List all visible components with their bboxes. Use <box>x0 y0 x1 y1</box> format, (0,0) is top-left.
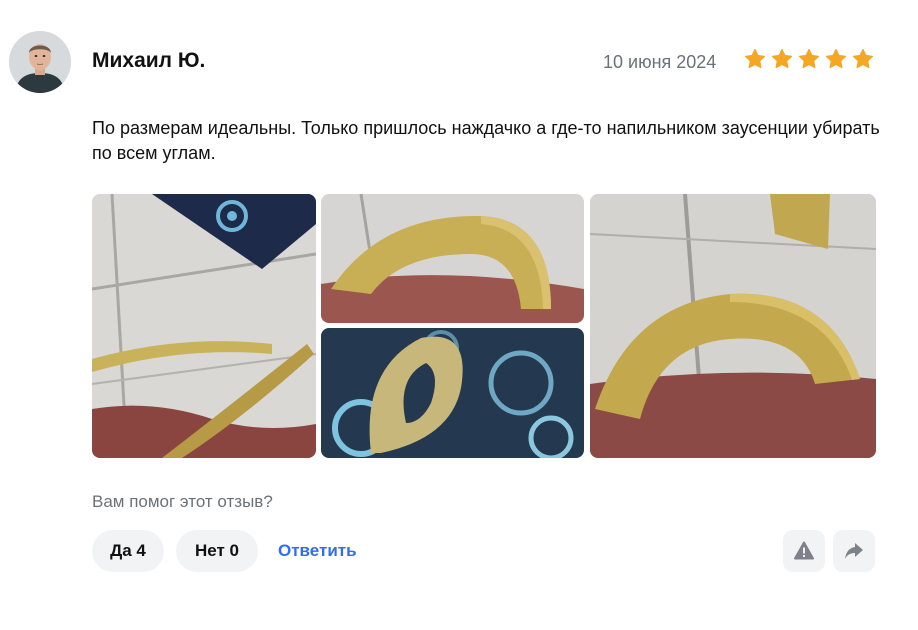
brass-arcs-photo-icon <box>92 194 316 458</box>
warning-icon <box>794 541 814 560</box>
yes-label: Да <box>110 541 132 560</box>
star-icon <box>744 48 766 69</box>
no-count: 0 <box>229 541 240 560</box>
review-photo-4[interactable] <box>590 194 876 458</box>
review-photo-3[interactable] <box>321 328 584 458</box>
helpful-yes-button[interactable]: Да 4 <box>92 530 164 572</box>
user-photo-icon <box>9 31 71 93</box>
avatar <box>9 31 71 93</box>
helpful-no-button[interactable]: Нет 0 <box>176 530 258 572</box>
rating-stars <box>744 48 874 70</box>
brass-arch-photo-icon <box>590 194 876 458</box>
star-icon <box>798 48 820 69</box>
no-label: Нет <box>194 541 225 560</box>
author-name: Михаил Ю. <box>92 49 206 72</box>
review-text: По размерам идеальны. Только пришлось на… <box>92 118 880 163</box>
yes-count: 4 <box>136 541 146 560</box>
report-button[interactable] <box>783 530 825 572</box>
share-button[interactable] <box>833 530 875 572</box>
reply-button[interactable]: Ответить <box>278 541 357 561</box>
review-photo-1[interactable] <box>92 194 316 458</box>
helpful-question: Вам помог этот отзыв? <box>92 492 273 511</box>
share-arrow-icon <box>845 543 863 559</box>
review-photo-2[interactable] <box>321 194 584 323</box>
review-date: 10 июня 2024 <box>603 52 717 72</box>
brass-half-ring-photo-icon <box>321 194 584 323</box>
brass-ring-on-gears-photo-icon <box>321 328 584 458</box>
star-icon <box>771 48 793 69</box>
star-icon <box>825 48 847 69</box>
star-icon <box>852 48 874 69</box>
